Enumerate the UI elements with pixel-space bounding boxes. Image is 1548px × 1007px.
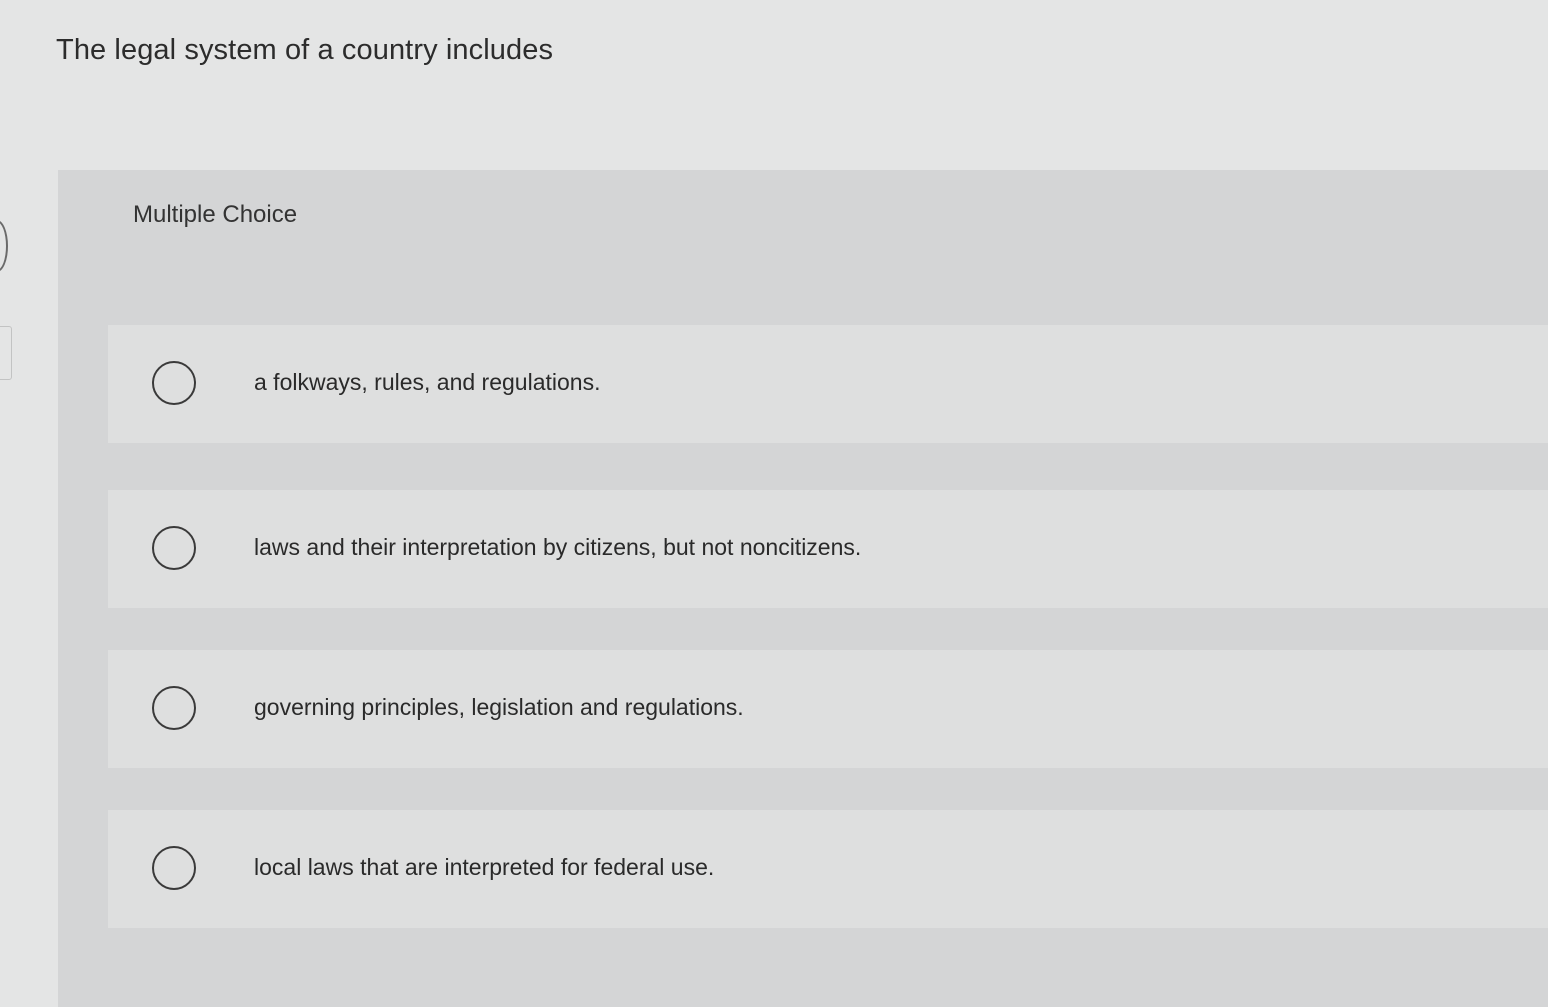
radio-button-icon[interactable]	[152, 361, 196, 405]
left-edge-indicator	[0, 220, 8, 272]
answer-option-label: a folkways, rules, and regulations.	[254, 369, 601, 395]
radio-button-icon[interactable]	[152, 846, 196, 890]
radio-button-icon[interactable]	[152, 526, 196, 570]
answer-option-4[interactable]: local laws that are interpreted for fede…	[108, 810, 1548, 928]
radio-button-icon[interactable]	[152, 686, 196, 730]
left-edge-tab	[0, 326, 12, 380]
answer-option-2[interactable]: laws and their interpretation by citizen…	[108, 490, 1548, 608]
answer-option-1[interactable]: a folkways, rules, and regulations.	[108, 325, 1548, 443]
answer-option-3[interactable]: governing principles, legislation and re…	[108, 650, 1548, 768]
answer-option-label: governing principles, legislation and re…	[254, 694, 744, 720]
answer-option-label: laws and their interpretation by citizen…	[254, 534, 862, 560]
answer-option-label: local laws that are interpreted for fede…	[254, 854, 715, 880]
question-prompt: The legal system of a country includes	[56, 34, 554, 66]
question-type-label: Multiple Choice	[133, 201, 298, 228]
